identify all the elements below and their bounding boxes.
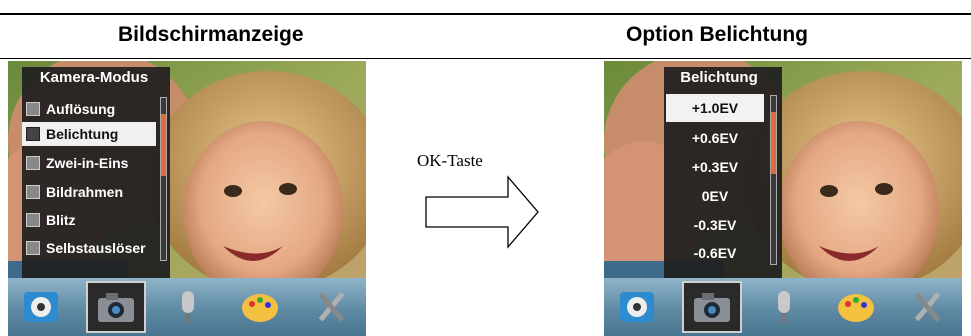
exposure-menu-title: Belichtung bbox=[680, 69, 758, 86]
menu-item-label: Bildrahmen bbox=[46, 184, 124, 200]
settings-tools-icon[interactable] bbox=[908, 288, 948, 326]
menu-scrollbar[interactable] bbox=[160, 97, 167, 261]
menu-item-label: Auflösung bbox=[46, 101, 116, 117]
header-rule-bottom bbox=[0, 58, 971, 59]
video-mode-icon[interactable] bbox=[22, 288, 62, 326]
self-timer-icon bbox=[26, 241, 40, 255]
effects-palette-icon[interactable] bbox=[240, 288, 280, 326]
ev-option-minus-0-3[interactable]: -0.3EV bbox=[666, 211, 764, 239]
menu-item-label: Zwei-in-Eins bbox=[46, 155, 129, 171]
menu-item-two-in-one[interactable]: Zwei-in-Eins bbox=[22, 151, 156, 175]
mode-toolbar bbox=[8, 278, 366, 336]
mode-toolbar bbox=[604, 278, 962, 336]
camera-mode-icon[interactable] bbox=[692, 288, 732, 326]
scroll-thumb[interactable] bbox=[161, 114, 166, 176]
scroll-thumb[interactable] bbox=[771, 112, 776, 174]
menu-item-frame[interactable]: Bildrahmen bbox=[22, 180, 156, 204]
menu-scrollbar[interactable] bbox=[770, 95, 777, 265]
effects-palette-icon[interactable] bbox=[836, 288, 876, 326]
camera-screen-left: Kamera-Modus Auflösung Belichtung Zwei-i… bbox=[8, 61, 366, 336]
voice-mode-icon[interactable] bbox=[168, 288, 208, 326]
ev-option-minus-0-6[interactable]: -0.6EV bbox=[666, 239, 764, 267]
ev-option-plus-1-0[interactable]: +1.0EV bbox=[666, 94, 764, 122]
right-arrow-icon bbox=[425, 175, 539, 249]
camera-mode-menu-title: Kamera-Modus bbox=[39, 69, 149, 86]
flash-icon bbox=[26, 213, 40, 227]
resolution-icon bbox=[26, 102, 40, 116]
video-mode-icon[interactable] bbox=[618, 288, 658, 326]
ok-button-label: OK-Taste bbox=[417, 151, 483, 170]
camera-mode-icon[interactable] bbox=[96, 288, 136, 326]
menu-item-self-timer[interactable]: Selbstauslöser bbox=[22, 236, 156, 260]
left-heading: Bildschirmanzeige bbox=[118, 23, 304, 46]
header-rule bbox=[0, 13, 971, 15]
frame-icon bbox=[26, 185, 40, 199]
settings-tools-icon[interactable] bbox=[312, 288, 352, 326]
menu-item-label: Selbstauslöser bbox=[46, 240, 146, 256]
ev-option-plus-0-6[interactable]: +0.6EV bbox=[666, 124, 764, 152]
ev-option-plus-0-3[interactable]: +0.3EV bbox=[666, 153, 764, 181]
exposure-icon bbox=[26, 127, 40, 141]
right-heading: Option Belichtung bbox=[626, 23, 808, 46]
menu-item-flash[interactable]: Blitz bbox=[22, 208, 156, 232]
two-in-one-icon bbox=[26, 156, 40, 170]
voice-mode-icon[interactable] bbox=[764, 288, 804, 326]
menu-item-exposure[interactable]: Belichtung bbox=[22, 122, 156, 146]
menu-item-label: Blitz bbox=[46, 212, 76, 228]
ev-option-zero[interactable]: 0EV bbox=[666, 182, 764, 210]
menu-item-resolution[interactable]: Auflösung bbox=[22, 97, 156, 121]
menu-item-label: Belichtung bbox=[46, 126, 119, 142]
camera-screen-right: Belichtung +1.0EV +0.6EV +0.3EV 0EV -0.3… bbox=[604, 61, 962, 336]
